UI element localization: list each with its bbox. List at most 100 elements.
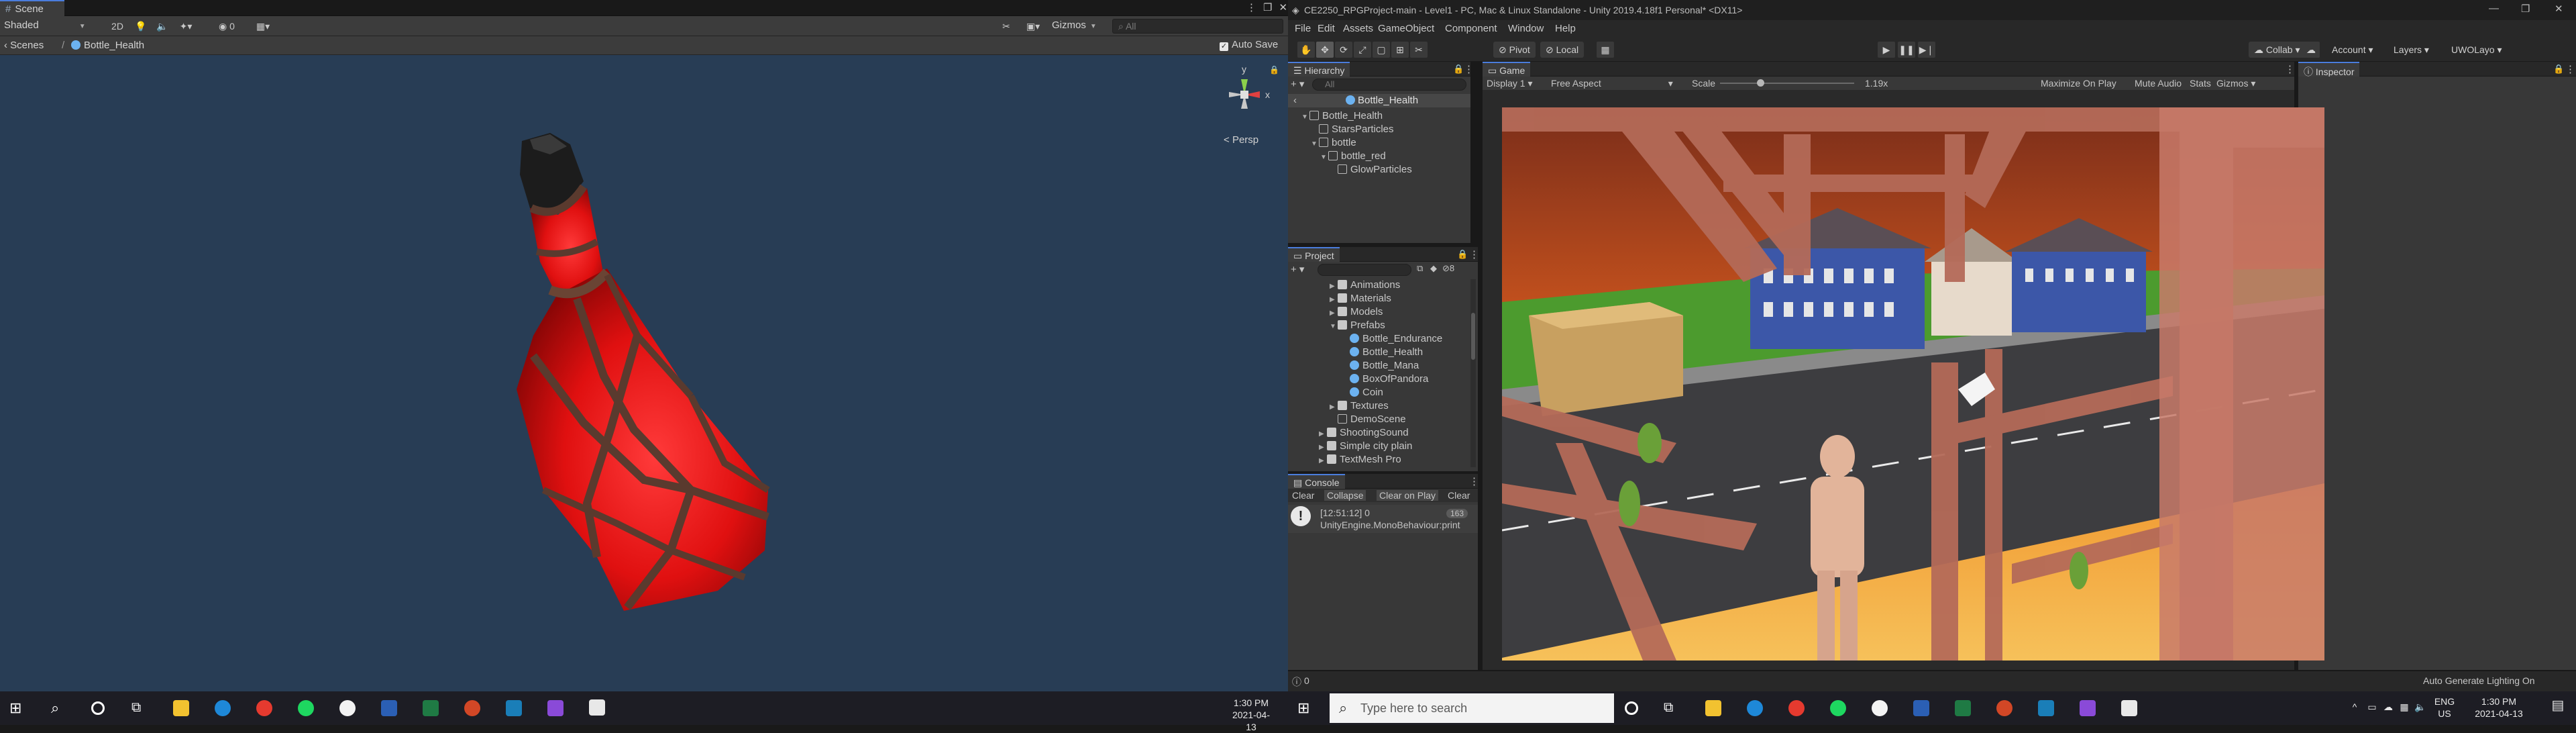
scrollbar-thumb[interactable] — [1471, 313, 1475, 360]
project-folder[interactable]: ▶ Animations — [1330, 279, 1400, 291]
cloud-icon[interactable]: ☁ — [2302, 42, 2320, 58]
tab-hierarchy[interactable]: ☰ Hierarchy — [1288, 62, 1350, 77]
task-view-icon[interactable]: ⧉ — [131, 700, 148, 716]
account-dropdown[interactable]: Account ▾ — [2326, 42, 2379, 58]
project-folder[interactable]: ▶ Models — [1330, 306, 1383, 317]
cloud-icon[interactable]: ☁ — [2380, 701, 2396, 713]
tab-inspector[interactable]: ⓘ Inspector — [2298, 62, 2360, 77]
chrome-icon[interactable] — [256, 700, 272, 716]
console-collapse-button[interactable]: Collapse — [1324, 490, 1366, 501]
menu-window[interactable]: Window — [1508, 23, 1544, 34]
start-icon[interactable]: ⊞ — [9, 700, 25, 716]
unity-icon[interactable] — [2121, 700, 2137, 716]
scale-slider-track[interactable] — [1720, 83, 1854, 84]
audio-toggle-icon[interactable]: 🔈 — [156, 19, 169, 34]
grid-toggle-icon[interactable]: ▦▾ — [250, 19, 276, 34]
breadcrumb-current[interactable]: Bottle_Health — [71, 40, 144, 51]
auto-save-toggle[interactable]: ✓ Auto Save — [1220, 39, 1278, 51]
tab-console[interactable]: ▤ Console — [1288, 474, 1345, 489]
hierarchy-item[interactable]: ▼ bottle — [1311, 137, 1356, 148]
tab-scene[interactable]: # Scene — [0, 0, 64, 16]
powerpoint-icon[interactable] — [464, 700, 480, 716]
rotate-tool-icon[interactable]: ⟳ — [1335, 42, 1352, 58]
filter-label-icon[interactable]: ◆ — [1430, 263, 1437, 274]
visual-studio-icon[interactable] — [2080, 700, 2096, 716]
step-button[interactable]: ▶❘ — [1918, 42, 1935, 58]
cortana-icon[interactable] — [91, 701, 105, 715]
stats-toggle[interactable]: Stats — [2190, 78, 2211, 89]
menu-file[interactable]: File — [1295, 23, 1311, 34]
more-menu-icon[interactable]: ⋮ — [1464, 63, 1474, 75]
gizmos-dropdown[interactable]: Gizmos ▼ — [1052, 19, 1097, 33]
project-scene[interactable]: DemoScene — [1338, 413, 1406, 425]
lock-icon[interactable]: 🔒 — [1453, 64, 1464, 75]
local-toggle[interactable]: ⊘ Local — [1540, 42, 1585, 58]
menu-help[interactable]: Help — [1555, 23, 1576, 34]
pause-button[interactable]: ❚❚ — [1898, 42, 1915, 58]
project-prefab[interactable]: Bottle_Endurance — [1350, 333, 1442, 344]
tools-icon[interactable]: ✂ — [998, 19, 1014, 34]
spotify-icon[interactable] — [298, 700, 314, 716]
bottle-model[interactable] — [470, 114, 818, 618]
clock-right[interactable]: 1:30 PM 2021-04-13 — [2469, 695, 2529, 720]
project-folder[interactable]: ▶ TextMesh Pro — [1319, 454, 1401, 465]
menu-component[interactable]: Component — [1445, 23, 1497, 34]
lock-icon[interactable]: 🔒 — [2553, 64, 2564, 75]
shading-mode-dropdown[interactable]: Shaded ▼ — [4, 19, 86, 33]
visual-studio-icon[interactable] — [547, 700, 564, 716]
more-menu-icon[interactable]: ⋮ — [2565, 63, 2575, 75]
console-log-entry[interactable]: ! [12:51:12] 0 UnityEngine.MonoBehaviour… — [1288, 505, 1478, 533]
chrome-icon[interactable] — [1788, 700, 1805, 716]
start-icon[interactable]: ⊞ — [1297, 700, 1313, 716]
powerpoint-icon[interactable] — [1996, 700, 2012, 716]
edge-icon[interactable] — [215, 700, 231, 716]
aspect-dropdown[interactable]: Free Aspect ▾ — [1551, 78, 1673, 89]
game-gizmos-dropdown[interactable]: Gizmos ▾ — [2216, 78, 2255, 89]
minimize-icon[interactable]: — — [2489, 3, 2499, 14]
filter-type-icon[interactable]: ⧉ — [1417, 263, 1423, 274]
layers-dropdown[interactable]: Layers ▾ — [2388, 42, 2434, 58]
orientation-gizmo[interactable]: y x 🔒 — [1208, 64, 1281, 125]
spotify-icon[interactable] — [1830, 700, 1846, 716]
rect-tool-icon[interactable]: ▢ — [1373, 42, 1390, 58]
itunes-icon[interactable] — [1872, 700, 1888, 716]
scene-window[interactable]: # Scene ⋮ ❐ ✕ Shaded ▼ 2D 💡 🔈 ✦▾ ◉ 0 ▦▾ ✂ … — [0, 0, 1288, 691]
project-prefab[interactable]: Bottle_Mana — [1350, 360, 1419, 371]
project-prefab[interactable]: BoxOfPandora — [1350, 373, 1428, 385]
camera-settings-icon[interactable]: ▣▾ — [1020, 19, 1046, 34]
scene-search-input[interactable]: ⌕ All — [1112, 19, 1283, 34]
project-prefab[interactable]: Coin — [1350, 387, 1383, 398]
scale-tool-icon[interactable]: ⤢ — [1354, 42, 1371, 58]
maximize-icon[interactable]: ❐ — [2521, 3, 2530, 15]
notifications-icon[interactable]: ▤ — [2548, 699, 2568, 712]
back-arrow-icon[interactable]: ‹ — [1293, 95, 1297, 106]
unity-icon[interactable] — [589, 699, 605, 716]
create-asset-button[interactable]: + ▾ — [1291, 263, 1304, 275]
project-folder[interactable]: ▶ ShootingSound — [1319, 427, 1409, 438]
tab-project[interactable]: ▭ Project — [1288, 247, 1340, 262]
scale-slider-thumb[interactable] — [1757, 79, 1764, 87]
edge-icon[interactable] — [1747, 700, 1763, 716]
menu-assets[interactable]: Assets — [1343, 23, 1373, 34]
pivot-toggle[interactable]: ⊘ Pivot — [1493, 42, 1536, 58]
excel-icon[interactable] — [423, 700, 439, 716]
tab-game[interactable]: ▭ Game — [1483, 62, 1531, 77]
itunes-icon[interactable] — [339, 700, 356, 716]
create-button[interactable]: + ▾ — [1291, 78, 1304, 90]
hidden-packages-toggle[interactable]: ⊘8 — [1442, 263, 1454, 274]
clock-left[interactable]: 1:30 PM 2021-04-13 — [1228, 697, 1275, 733]
word-icon[interactable] — [381, 700, 397, 716]
volume-icon[interactable]: 🔈 — [2412, 701, 2428, 713]
close-icon[interactable]: ✕ — [1279, 1, 1287, 13]
hierarchy-item[interactable]: StarsParticles — [1319, 124, 1394, 135]
app-icon[interactable] — [506, 700, 522, 716]
console-clear-button[interactable]: Clear — [1292, 490, 1314, 501]
display-dropdown[interactable]: Display 1 ▾ — [1487, 78, 1533, 89]
network-icon[interactable]: ▦ — [2396, 701, 2412, 713]
battery-icon[interactable]: ▭ — [2364, 701, 2380, 713]
effects-dropdown-icon[interactable]: ✦▾ — [176, 19, 196, 34]
project-search-input[interactable] — [1318, 264, 1411, 276]
more-menu-icon[interactable]: ⋮ — [1469, 248, 1479, 260]
project-folder[interactable]: ▶ Simple city plain — [1319, 440, 1412, 452]
console-clear-on-build-button[interactable]: Clear — [1448, 490, 1470, 501]
